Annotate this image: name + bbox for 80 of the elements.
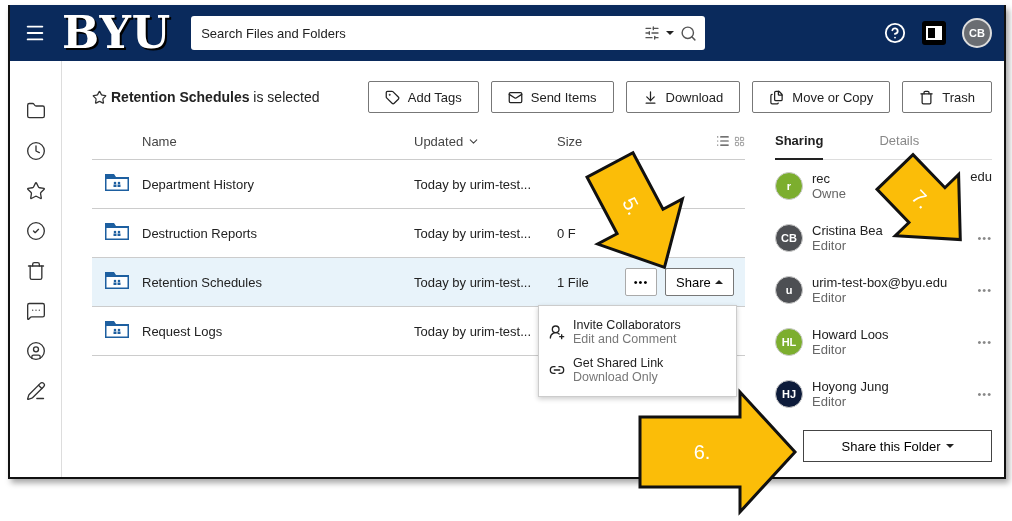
toolbar-button[interactable]: Download bbox=[625, 81, 741, 113]
add-user-icon bbox=[549, 324, 565, 340]
toolbar-button[interactable]: Send Items bbox=[490, 81, 614, 113]
toolbar-button[interactable]: Move or Copy bbox=[752, 81, 891, 113]
table-cell-text: 1 File bbox=[557, 274, 590, 290]
user-avatar[interactable]: CB bbox=[962, 18, 992, 48]
collaborator-name: urim-test-box@byu.edu bbox=[812, 275, 948, 290]
column-header[interactable]: Updated bbox=[414, 133, 557, 149]
column-header[interactable]: Size bbox=[557, 133, 716, 149]
table-cell-text: Today by urim-test... bbox=[414, 323, 533, 339]
menu-item[interactable]: Invite Collaborators bbox=[573, 318, 681, 332]
more-button[interactable]: ••• bbox=[625, 268, 657, 296]
avatar: CB bbox=[775, 224, 803, 252]
share-folder-button[interactable]: Share this Folder bbox=[803, 430, 992, 462]
avatar: u bbox=[775, 276, 803, 304]
collaborator-role: Editor bbox=[812, 238, 847, 253]
column-header[interactable]: Name bbox=[142, 133, 414, 149]
help-icon[interactable] bbox=[884, 22, 906, 44]
step-label: 6. bbox=[693, 441, 711, 463]
filter-icon[interactable] bbox=[644, 25, 661, 41]
caret-icon bbox=[666, 31, 675, 35]
more-icon[interactable]: ••• bbox=[977, 232, 992, 244]
avatar: HJ bbox=[775, 380, 803, 408]
pencil-lines-icon[interactable] bbox=[25, 381, 46, 401]
collaborator-name: edu bbox=[970, 169, 992, 184]
trash-icon bbox=[919, 89, 935, 105]
avatar: HL bbox=[775, 328, 803, 356]
tag-icon bbox=[384, 89, 400, 105]
caret-icon bbox=[714, 280, 723, 284]
check-circle-icon[interactable] bbox=[25, 221, 46, 241]
table-cell-text: Destruction Reports bbox=[142, 225, 258, 241]
user-circle-icon[interactable] bbox=[25, 341, 46, 361]
shared-folder-icon bbox=[104, 270, 130, 290]
menu-item[interactable]: Get Shared Link bbox=[573, 356, 664, 370]
menu-item-subtitle: Download Only bbox=[573, 370, 659, 384]
shared-folder-icon bbox=[104, 172, 130, 192]
folder-icon[interactable] bbox=[25, 101, 46, 121]
collaborator-role: Editor bbox=[812, 342, 847, 357]
collaborator-role: Editor bbox=[812, 290, 847, 305]
avatar: r bbox=[775, 172, 803, 200]
shared-folder-icon bbox=[104, 221, 130, 241]
table-cell-text: Today by urim-test... bbox=[414, 274, 533, 290]
tab[interactable]: Sharing bbox=[775, 122, 824, 160]
side-panel-icon[interactable] bbox=[922, 21, 946, 45]
collaborator-name: rec bbox=[812, 171, 832, 186]
copy-icon bbox=[769, 89, 785, 105]
more-icon[interactable]: ••• bbox=[977, 388, 992, 400]
collaborator-name: Cristina Bea bbox=[812, 223, 883, 238]
collaborator-name: Howard Loos bbox=[812, 327, 889, 342]
share-button[interactable]: Share bbox=[665, 268, 734, 296]
list-view-icon[interactable] bbox=[716, 134, 730, 148]
table-row[interactable]: Retention Schedules Today by urim-test... 1 File ••• Share bbox=[92, 258, 745, 307]
search-bar[interactable]: Search Files and Folders bbox=[191, 16, 706, 50]
table-cell-text: Today by urim-test... bbox=[414, 225, 533, 241]
toolbar-button[interactable]: Trash bbox=[902, 81, 992, 113]
collaborator-role: Editor bbox=[812, 394, 847, 409]
table-cell-text: Department History bbox=[142, 176, 255, 192]
search-icon[interactable] bbox=[680, 24, 698, 42]
collaborator-role: Owne bbox=[812, 186, 846, 201]
table-cell-text: Retention Schedules bbox=[142, 274, 263, 290]
shared-folder-icon bbox=[104, 319, 130, 339]
trash-icon[interactable] bbox=[25, 261, 46, 281]
step-label: 7. bbox=[907, 185, 935, 213]
more-icon[interactable]: ••• bbox=[977, 284, 992, 296]
caret-icon bbox=[945, 444, 954, 448]
more-icon[interactable]: ••• bbox=[977, 336, 992, 348]
mail-icon bbox=[507, 89, 523, 105]
clock-icon[interactable] bbox=[25, 141, 46, 161]
toolbar-button[interactable]: Add Tags bbox=[367, 81, 479, 113]
logo[interactable]: BYU bbox=[62, 11, 172, 55]
message-icon[interactable] bbox=[25, 301, 46, 321]
selection-title: Retention Schedules is selected bbox=[111, 89, 320, 105]
table-cell-text: Request Logs bbox=[142, 323, 224, 339]
star-icon[interactable] bbox=[25, 181, 46, 201]
menu-item-subtitle: Edit and Comment bbox=[573, 332, 678, 346]
star-icon[interactable] bbox=[92, 89, 107, 105]
tab[interactable]: Details bbox=[879, 122, 920, 160]
collaborator-name: Hoyong Jung bbox=[812, 379, 889, 394]
table-cell-text: 0 F bbox=[557, 225, 577, 241]
table-cell-text: Today by urim-test... bbox=[414, 176, 533, 192]
